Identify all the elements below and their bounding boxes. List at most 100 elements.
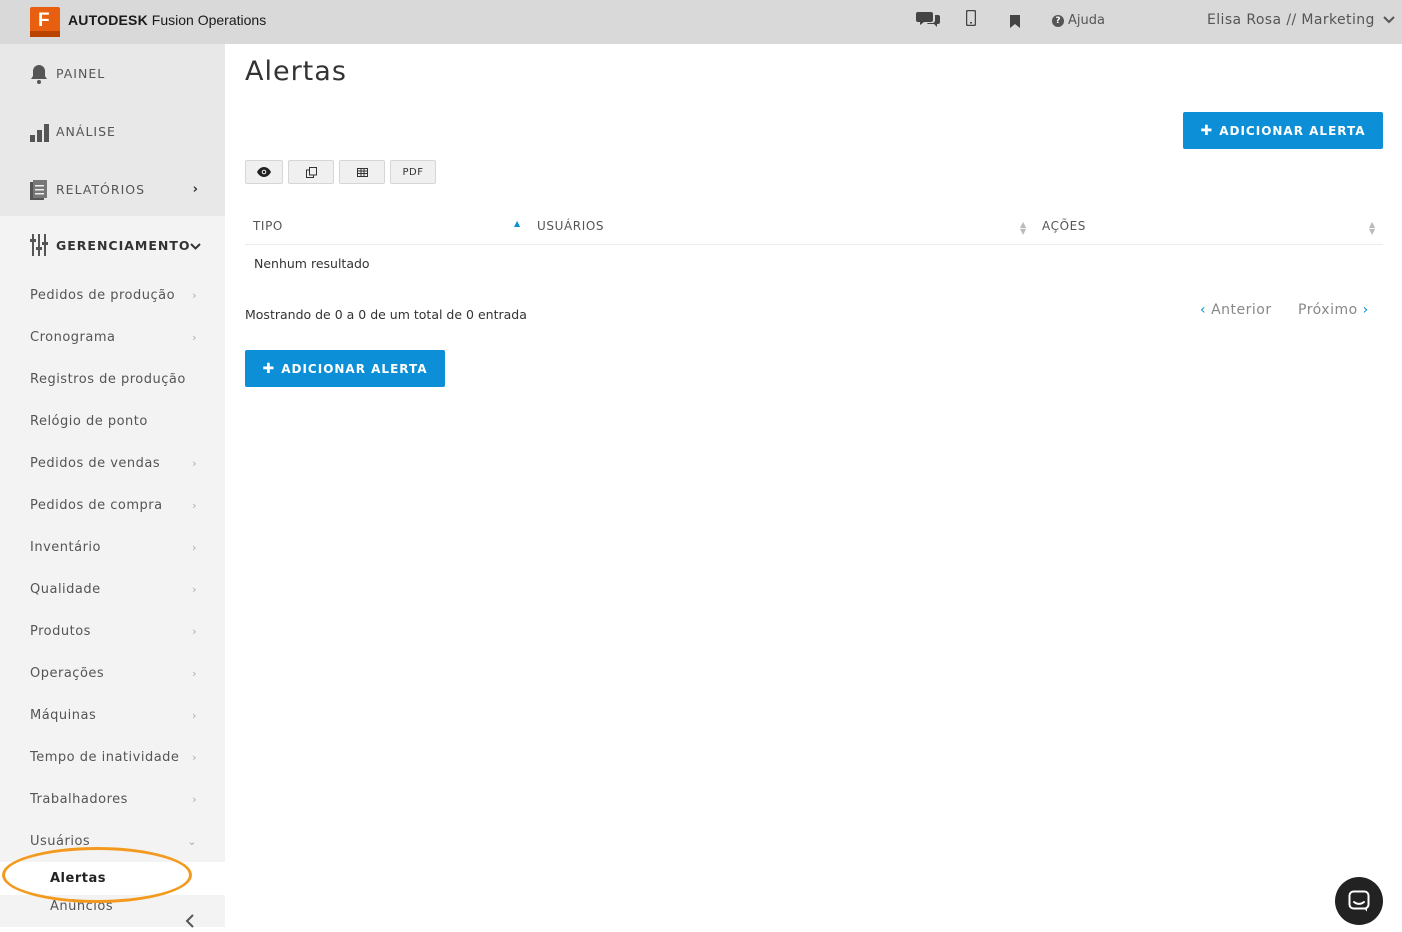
- chevron-right-icon: ›: [192, 624, 197, 638]
- sort-asc-icon[interactable]: ▲: [514, 220, 520, 228]
- sidebar-item-registros-producao[interactable]: Registros de produção: [0, 358, 225, 400]
- pdf-export-button[interactable]: PDF: [390, 160, 436, 184]
- chevron-right-icon: ›: [192, 498, 197, 512]
- sidebar-item-label: PAINEL: [56, 65, 106, 81]
- bar-chart-icon: [30, 120, 50, 142]
- help-link[interactable]: ? Ajuda: [1052, 13, 1105, 28]
- chevron-down-icon: ⌄: [187, 834, 197, 848]
- chevron-right-icon: ›: [192, 540, 197, 554]
- sidebar-item-label: Trabalhadores: [30, 791, 128, 807]
- sidebar-item-produtos[interactable]: Produtos ›: [0, 610, 225, 652]
- table-info: Mostrando de 0 a 0 de um total de 0 entr…: [245, 307, 527, 322]
- chevron-right-icon: ›: [192, 456, 197, 470]
- sidebar-item-cronograma[interactable]: Cronograma ›: [0, 316, 225, 358]
- sidebar-item-maquinas[interactable]: Máquinas ›: [0, 694, 225, 736]
- sidebar-item-pedidos-vendas[interactable]: Pedidos de vendas ›: [0, 442, 225, 484]
- sidebar-main-section: PAINEL ANÁLISE RELATÓRIOS ›: [0, 44, 225, 216]
- chat-bubble-icon: [1348, 890, 1370, 912]
- mobile-icon[interactable]: [965, 9, 977, 30]
- chevron-right-icon: ›: [192, 708, 197, 722]
- sidebar-item-label: Produtos: [30, 623, 91, 639]
- pagination-next[interactable]: Próximo ›: [1298, 302, 1369, 318]
- sidebar-item-label: Registros de produção: [30, 371, 186, 387]
- collapse-sidebar-icon[interactable]: [185, 914, 195, 932]
- sidebar-item-label: Anúncios: [50, 898, 114, 914]
- column-header-usuarios[interactable]: USUÁRIOS: [537, 219, 604, 233]
- column-header-tipo[interactable]: TIPO: [253, 219, 283, 233]
- help-label: Ajuda: [1068, 13, 1105, 28]
- sidebar-item-usuarios[interactable]: Usuários ⌄: [0, 820, 225, 862]
- chevron-right-icon: ›: [192, 330, 197, 344]
- sidebar-item-inventario[interactable]: Inventário ›: [0, 526, 225, 568]
- sidebar-item-label: Pedidos de produção: [30, 287, 176, 303]
- document-icon: [30, 178, 50, 200]
- add-alert-button-bottom[interactable]: ✚ ADICIONAR ALERTA: [245, 350, 445, 387]
- sidebar-item-label: Relógio de ponto: [30, 413, 148, 429]
- sidebar-item-label: Alertas: [50, 871, 106, 886]
- sidebar-item-label: Pedidos de vendas: [30, 455, 161, 471]
- empty-table-message: Nenhum resultado: [254, 256, 370, 271]
- fusion-logo[interactable]: F: [30, 7, 60, 37]
- logo-letter: F: [38, 10, 50, 31]
- sidebar-item-label: Tempo de inatividade: [30, 749, 180, 765]
- eye-icon: [257, 167, 271, 177]
- sidebar-item-label: Qualidade: [30, 581, 101, 597]
- pagination-next-label: Próximo: [1298, 302, 1358, 318]
- column-header-acoes[interactable]: AÇÕES: [1042, 219, 1086, 233]
- chevron-down-icon: [190, 238, 201, 253]
- sidebar-item-tempo-inatividade[interactable]: Tempo de inatividade ›: [0, 736, 225, 778]
- support-chat-button[interactable]: [1335, 877, 1383, 925]
- sidebar-item-pedidos-compra[interactable]: Pedidos de compra ›: [0, 484, 225, 526]
- table-divider: [245, 244, 1383, 245]
- chevron-right-icon: ›: [192, 181, 199, 197]
- bell-icon: [30, 62, 50, 84]
- sidebar-item-label: Inventário: [30, 539, 101, 555]
- sidebar-item-operacoes[interactable]: Operações ›: [0, 652, 225, 694]
- sidebar-item-gerenciamento[interactable]: GERENCIAMENTO: [0, 216, 225, 274]
- sidebar-item-label: Usuários: [30, 833, 91, 849]
- sidebar-item-label: Operações: [30, 665, 105, 681]
- chevron-right-icon: ›: [1362, 302, 1369, 318]
- chevron-right-icon: ›: [192, 288, 197, 302]
- brand-main: AUTODESK: [68, 12, 148, 28]
- top-bar: F AUTODESK Fusion Operations ? Ajuda Eli…: [0, 0, 1402, 44]
- chevron-right-icon: ›: [192, 582, 197, 596]
- add-alert-label: ADICIONAR ALERTA: [281, 361, 428, 376]
- pdf-label: PDF: [402, 166, 424, 178]
- sidebar-item-analise[interactable]: ANÁLISE: [0, 102, 225, 160]
- copy-icon: [305, 166, 317, 178]
- sidebar-item-pedidos-producao[interactable]: Pedidos de produção ›: [0, 274, 225, 316]
- chevron-right-icon: ›: [192, 792, 197, 806]
- sliders-icon: [30, 234, 50, 256]
- sidebar-item-qualidade[interactable]: Qualidade ›: [0, 568, 225, 610]
- sidebar-item-relatorios[interactable]: RELATÓRIOS ›: [0, 160, 225, 218]
- chevron-down-icon: [1383, 16, 1395, 24]
- brand-product: Fusion Operations: [151, 12, 267, 28]
- chevron-left-icon: ‹: [1200, 302, 1207, 318]
- plus-icon: ✚: [1200, 122, 1214, 139]
- sort-icon[interactable]: ▲ ▼: [1369, 221, 1375, 236]
- sidebar-item-label: Cronograma: [30, 329, 116, 345]
- chat-icon[interactable]: [916, 10, 940, 32]
- chevron-right-icon: ›: [192, 750, 197, 764]
- sidebar-item-trabalhadores[interactable]: Trabalhadores ›: [0, 778, 225, 820]
- brand-name[interactable]: AUTODESK Fusion Operations: [68, 12, 266, 28]
- logo-shade: [30, 31, 60, 37]
- page-title: Alertas: [245, 56, 347, 87]
- pagination-prev[interactable]: ‹ Anterior: [1200, 302, 1272, 318]
- sidebar-item-painel[interactable]: PAINEL: [0, 44, 225, 102]
- user-menu[interactable]: Elisa Rosa // Marketing: [1207, 12, 1395, 28]
- sidebar: PAINEL ANÁLISE RELATÓRIOS › GERENCIAMENT…: [0, 44, 225, 928]
- sidebar-item-relogio-ponto[interactable]: Relógio de ponto: [0, 400, 225, 442]
- sort-icon[interactable]: ▲ ▼: [1020, 221, 1026, 236]
- bookmark-icon[interactable]: [1010, 13, 1020, 32]
- column-visibility-button[interactable]: [245, 160, 283, 184]
- sidebar-item-alertas[interactable]: Alertas: [0, 862, 225, 895]
- question-circle-icon: ?: [1052, 14, 1064, 27]
- copy-button[interactable]: [288, 160, 334, 184]
- add-alert-button-top[interactable]: ✚ ADICIONAR ALERTA: [1183, 112, 1383, 149]
- excel-export-button[interactable]: [339, 160, 385, 184]
- add-alert-label: ADICIONAR ALERTA: [1219, 123, 1366, 138]
- chevron-right-icon: ›: [192, 666, 197, 680]
- plus-icon: ✚: [262, 360, 276, 377]
